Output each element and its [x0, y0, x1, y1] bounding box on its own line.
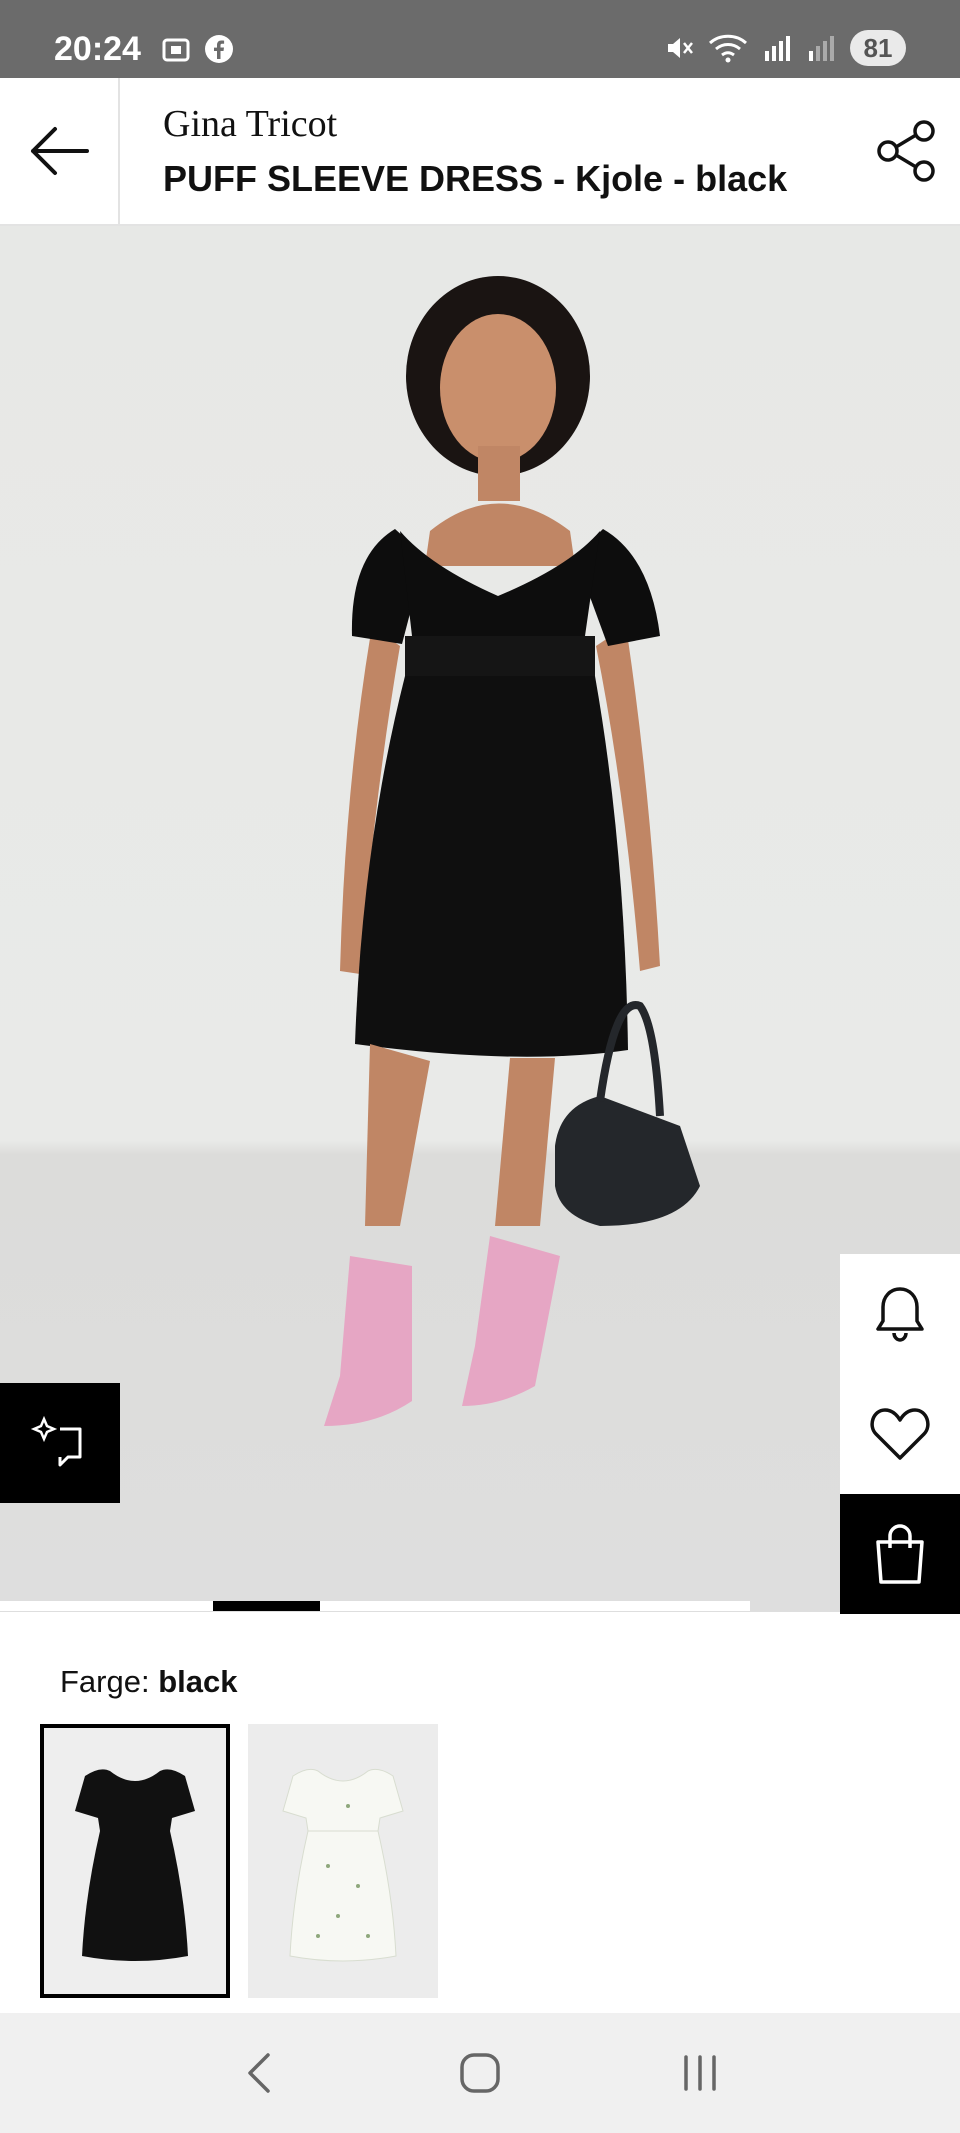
status-left-icons [160, 34, 234, 66]
nav-recents-button[interactable] [655, 2028, 745, 2118]
share-button[interactable] [874, 118, 938, 184]
color-swatches [40, 1724, 438, 1998]
arrow-left-icon [31, 127, 89, 175]
add-to-bag-button[interactable] [840, 1494, 960, 1614]
brand-name[interactable]: Gina Tricot [163, 102, 337, 146]
back-button[interactable] [0, 78, 120, 224]
product-header: Gina Tricot PUFF SLEEVE DRESS - Kjole - … [0, 78, 960, 226]
product-title: PUFF SLEEVE DRESS - Kjole - black [163, 158, 788, 199]
black-dress-thumbnail [75, 1769, 195, 1961]
carousel-indicator [0, 1601, 750, 1611]
wishlist-button[interactable] [840, 1374, 960, 1494]
share-icon [877, 120, 935, 182]
recents-icon [684, 2055, 716, 2091]
swatch-black[interactable] [40, 1724, 230, 1998]
screenshot-icon [162, 38, 190, 62]
status-right-icons: 81 [664, 30, 906, 66]
signal-weak-icon [809, 36, 834, 61]
bell-icon [876, 1287, 924, 1342]
color-label-prefix: Farge: [60, 1664, 159, 1699]
carousel-active-segment [213, 1601, 320, 1611]
color-label-value: black [158, 1664, 238, 1699]
model-figure [324, 276, 700, 1426]
heart-icon [870, 1408, 930, 1460]
home-icon [460, 2053, 500, 2093]
notify-button[interactable] [840, 1254, 960, 1374]
system-nav-bar [0, 2013, 960, 2133]
status-bar: 20:24 81 [0, 0, 960, 78]
nav-home-button[interactable] [435, 2028, 525, 2118]
mute-icon [668, 38, 693, 58]
nav-back-button[interactable] [215, 2028, 305, 2118]
product-image[interactable] [0, 226, 960, 1612]
signal-icon [765, 36, 790, 61]
side-actions [840, 1254, 960, 1614]
zoom-sparkle-icon [30, 1415, 82, 1467]
wifi-icon [708, 34, 748, 63]
shopping-bag-icon [876, 1524, 924, 1584]
battery-indicator: 81 [850, 30, 906, 66]
status-time: 20:24 [54, 30, 141, 68]
white-floral-dress-thumbnail [282, 1768, 404, 1962]
color-label: Farge: black [60, 1664, 238, 1700]
nav-back-icon [248, 2053, 270, 2093]
zoom-button[interactable] [0, 1383, 120, 1503]
swatch-white-floral[interactable] [248, 1724, 438, 1998]
facebook-icon [205, 35, 233, 63]
